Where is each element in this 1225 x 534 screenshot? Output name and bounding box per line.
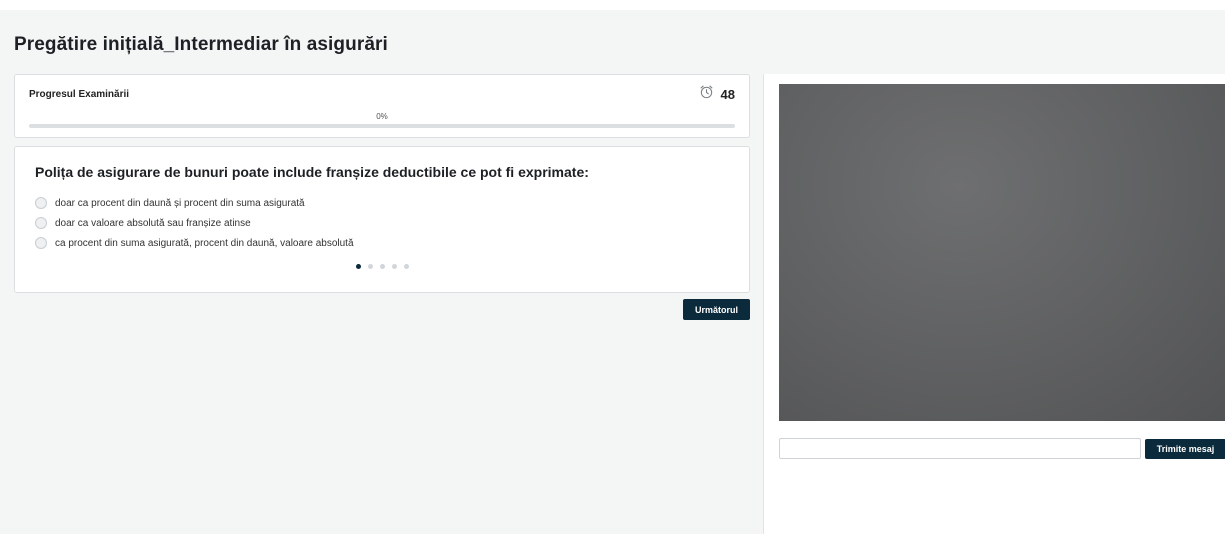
answer-option[interactable]: ca procent din suma asigurată, procent d… bbox=[35, 233, 354, 253]
page-title: Pregătire inițială_Intermediar în asigur… bbox=[14, 34, 388, 55]
answer-option-label: doar ca valoare absolută sau franșize at… bbox=[55, 217, 251, 229]
pagination-dot[interactable] bbox=[379, 264, 385, 269]
next-button[interactable]: Următorul bbox=[683, 299, 750, 320]
exam-progress-card: Progresul Examinării 48 0% bbox=[14, 74, 750, 138]
radio-button[interactable] bbox=[35, 197, 47, 209]
proctoring-panel: Trimite mesaj bbox=[763, 74, 1225, 534]
progress-label: Progresul Examinării bbox=[29, 89, 130, 100]
progress-bar bbox=[29, 124, 735, 128]
send-message-button[interactable]: Trimite mesaj bbox=[1145, 439, 1225, 459]
pagination-dot[interactable] bbox=[391, 264, 397, 269]
answer-options: doar ca procent din daună și procent din… bbox=[35, 193, 354, 253]
answer-option-label: ca procent din suma asigurată, procent d… bbox=[55, 237, 354, 249]
question-pagination bbox=[15, 264, 749, 269]
timer: 48 bbox=[699, 84, 735, 104]
answer-option[interactable]: doar ca procent din daună și procent din… bbox=[35, 193, 354, 213]
answer-option-label: doar ca procent din daună și procent din… bbox=[55, 197, 305, 209]
question-card: Polița de asigurare de bunuri poate incl… bbox=[14, 146, 750, 293]
chat-message-input[interactable] bbox=[779, 438, 1141, 459]
radio-button[interactable] bbox=[35, 237, 47, 249]
pagination-dot[interactable] bbox=[403, 264, 409, 269]
pagination-dot[interactable] bbox=[367, 264, 373, 269]
top-bar bbox=[0, 0, 1225, 10]
radio-button[interactable] bbox=[35, 217, 47, 229]
question-text: Polița de asigurare de bunuri poate incl… bbox=[35, 164, 589, 180]
answer-option[interactable]: doar ca valoare absolută sau franșize at… bbox=[35, 213, 354, 233]
alarm-clock-icon bbox=[699, 84, 714, 104]
pagination-dot[interactable] bbox=[355, 264, 361, 269]
timer-value: 48 bbox=[720, 86, 735, 102]
progress-percent: 0% bbox=[376, 112, 388, 121]
webcam-video bbox=[779, 84, 1225, 421]
